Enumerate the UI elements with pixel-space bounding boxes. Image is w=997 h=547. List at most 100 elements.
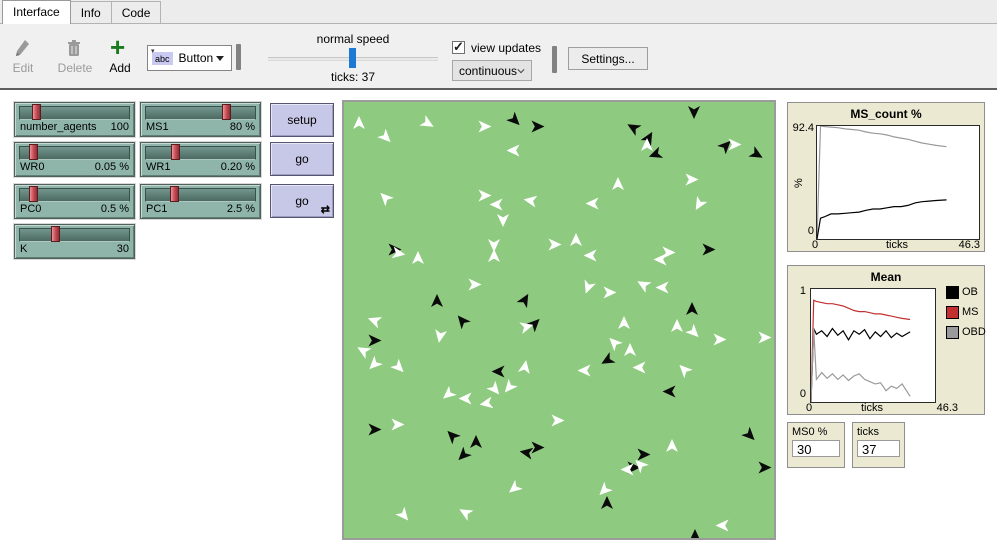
turtle	[369, 424, 382, 436]
slider-track[interactable]	[145, 188, 256, 202]
turtle	[634, 276, 651, 293]
settings-button[interactable]: Settings...	[568, 47, 648, 70]
slider-track[interactable]	[19, 228, 130, 242]
slider-label: MS1	[146, 121, 169, 134]
turtle	[479, 190, 492, 202]
world-view[interactable]	[342, 100, 776, 540]
y-axis-min: 0	[794, 388, 806, 400]
turtle	[595, 482, 613, 500]
turtle	[506, 112, 524, 130]
slider-thumb[interactable]	[222, 104, 231, 120]
update-mode-dropdown[interactable]: continuous	[452, 60, 532, 81]
turtle	[500, 379, 518, 397]
turtle	[666, 439, 678, 452]
turtle	[519, 445, 534, 459]
turtle	[675, 361, 693, 379]
legend-name: OB	[962, 286, 978, 298]
slider-thumb[interactable]	[51, 226, 60, 242]
slider-thumb[interactable]	[32, 104, 41, 120]
turtle	[586, 198, 599, 210]
turtle	[353, 116, 365, 129]
mean-chart	[811, 289, 935, 402]
update-mode-value: continuous	[459, 64, 517, 78]
turtle	[686, 302, 698, 315]
button-label: go	[295, 194, 308, 208]
plot-pen-ms	[811, 300, 910, 402]
turtle	[624, 343, 636, 356]
y-axis-max: 92.4	[789, 122, 814, 134]
slider-wr0[interactable]: WR00.05 %	[14, 142, 135, 177]
slider-pc0[interactable]: PC00.5 %	[14, 184, 135, 219]
turtle	[584, 250, 597, 262]
slider-value: 100	[111, 121, 129, 134]
slider-number_agents[interactable]: number_agents100	[14, 102, 135, 137]
turtle	[443, 427, 461, 445]
delete-button-label[interactable]: Delete	[55, 61, 95, 75]
slider-thumb[interactable]	[170, 186, 179, 202]
turtle	[507, 145, 520, 157]
plot-pen-ob	[811, 329, 910, 403]
slider-thumb[interactable]	[29, 144, 38, 160]
slider-value: 30	[117, 243, 129, 256]
turtle	[741, 427, 759, 445]
turtle	[497, 214, 509, 227]
legend-name: OBD	[962, 326, 986, 338]
slider-track[interactable]	[145, 106, 256, 120]
monitor-label: ticks	[857, 426, 900, 438]
speed-slider-label: normal speed	[286, 32, 420, 46]
tab-info[interactable]: Info	[71, 1, 112, 23]
turtle	[598, 352, 615, 369]
view-updates-checkbox[interactable]: ✓	[452, 41, 465, 54]
netlogo-window: InterfaceInfoCode Edit Delete + Add abc …	[0, 0, 997, 547]
slider-thumb[interactable]	[171, 144, 180, 160]
turtle	[663, 386, 676, 398]
pencil-icon[interactable]	[14, 39, 31, 58]
turtle	[604, 287, 617, 299]
slider-ms1[interactable]: MS180 %	[140, 102, 261, 137]
turtle	[605, 334, 623, 352]
turtle	[618, 316, 630, 329]
slider-label: K	[20, 243, 27, 256]
y-axis-min: 0	[789, 225, 814, 237]
turtle	[552, 415, 565, 427]
y-axis-max: 1	[794, 285, 806, 297]
widget-type-label: Button	[179, 51, 214, 65]
widget-type-dropdown[interactable]: abc Button	[147, 45, 232, 71]
edit-button-label[interactable]: Edit	[8, 61, 38, 75]
turtle	[686, 174, 699, 186]
turtle	[671, 319, 683, 332]
turtle	[392, 419, 405, 431]
turtle	[716, 520, 729, 532]
go-forever-button[interactable]: go⇄	[270, 184, 334, 218]
turtle	[729, 139, 742, 151]
button-label: go	[295, 152, 308, 166]
add-icon[interactable]: +	[110, 36, 125, 58]
go-button[interactable]: go	[270, 142, 334, 176]
tab-interface[interactable]: Interface	[2, 0, 71, 24]
tab-code[interactable]: Code	[112, 1, 162, 23]
turtle	[519, 319, 535, 334]
add-button-label[interactable]: Add	[105, 61, 135, 75]
slider-wr1[interactable]: WR10.20 %	[140, 142, 261, 177]
slider-track[interactable]	[145, 146, 256, 160]
turtle	[377, 129, 395, 147]
legend-swatch	[946, 306, 959, 319]
monitor-label: MS0 %	[792, 426, 840, 438]
slider-value: 0.20 %	[221, 161, 255, 174]
legend-swatch	[946, 286, 959, 299]
turtle	[412, 251, 424, 264]
slider-value: 0.05 %	[95, 161, 129, 174]
slider-pc1[interactable]: PC12.5 %	[140, 184, 261, 219]
turtle	[486, 381, 504, 399]
turtle	[490, 199, 503, 211]
trash-icon[interactable]	[66, 39, 82, 58]
turtle	[365, 356, 383, 374]
turtle	[624, 119, 641, 136]
legend-swatch	[946, 326, 959, 339]
x-axis-max: 46.3	[959, 239, 980, 251]
toolbar-separator	[236, 44, 241, 70]
slider-thumb[interactable]	[29, 186, 38, 202]
setup-button[interactable]: setup	[270, 103, 334, 137]
slider-k[interactable]: K 30	[14, 224, 135, 259]
speed-slider-thumb[interactable]	[349, 48, 356, 68]
